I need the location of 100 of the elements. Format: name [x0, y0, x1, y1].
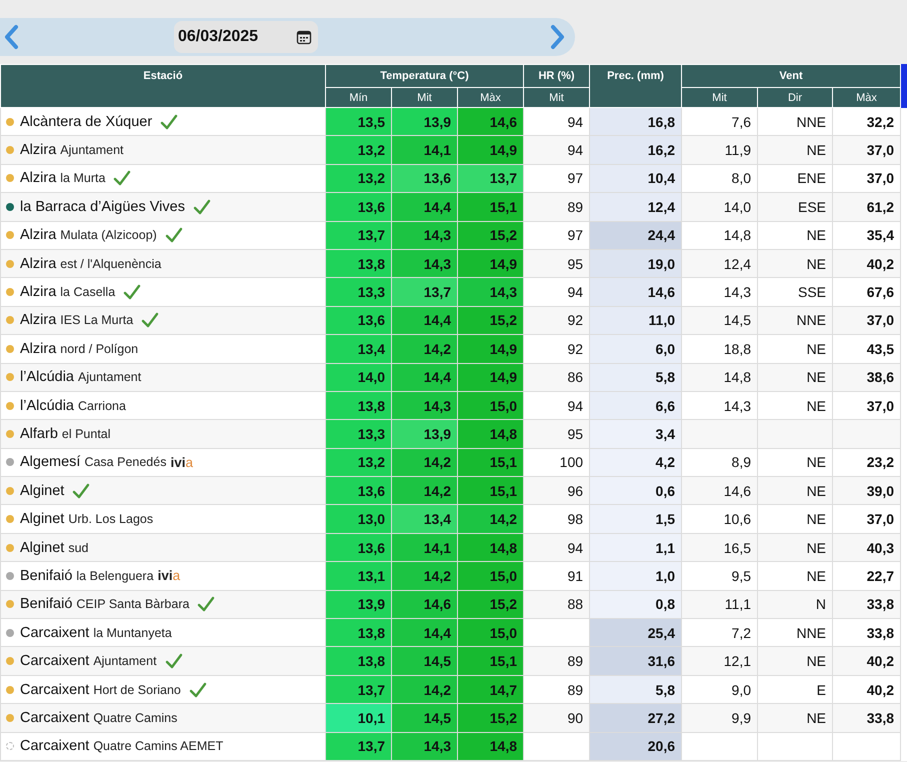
column-subheader: Màx: [458, 88, 524, 108]
precipitation-cell: 0,6: [590, 476, 682, 505]
humidity-cell: 95: [524, 249, 590, 278]
town-name: Carcaixent: [20, 738, 90, 754]
wind-gust-cell: 33,8: [832, 704, 901, 732]
precipitation-cell: 10,4: [590, 164, 682, 193]
temperature-cell: 15,2: [458, 590, 524, 619]
precipitation-cell: 6,6: [590, 391, 682, 420]
wind-direction-cell: SSE: [758, 278, 833, 306]
wind-speed-cell: 14,8: [682, 221, 758, 250]
temperature-cell: 14,5: [392, 646, 458, 676]
temperature-cell: 15,1: [458, 448, 524, 477]
wind-speed-cell: 11,9: [682, 136, 758, 164]
wind-speed-cell: 10,6: [682, 504, 758, 534]
town-name: Alfarb: [20, 426, 58, 442]
wind-speed-cell: 11,1: [682, 590, 758, 619]
town-name: l’Alcúdia: [20, 398, 74, 414]
temperature-cell: 13,7: [458, 164, 524, 193]
station-place: Ajuntament: [78, 370, 142, 384]
wind-direction-cell: NE: [758, 249, 833, 278]
temperature-cell: 14,8: [458, 533, 524, 562]
temperature-cell: 14,1: [392, 533, 458, 562]
temperature-cell: 13,4: [326, 334, 392, 364]
humidity-cell: 95: [524, 420, 590, 448]
temperature-cell: 13,8: [326, 618, 392, 647]
town-name: Alzira: [20, 312, 56, 328]
town-name: Alginet: [20, 511, 64, 528]
humidity-cell: 90: [524, 704, 590, 732]
temperature-cell: 13,6: [326, 306, 392, 335]
wind-gust-cell: 38,6: [832, 363, 901, 392]
column-header: Temperatura (°C): [326, 64, 524, 88]
station-place: Quatre Camins AEMET: [93, 739, 224, 754]
wind-speed-cell: 14,5: [682, 306, 758, 335]
wind-direction-cell: NE: [758, 476, 833, 505]
temperature-cell: 14,5: [392, 704, 458, 732]
date-field[interactable]: 06/03/2025: [174, 21, 318, 53]
wind-speed-cell: 12,4: [682, 249, 758, 278]
precipitation-cell: 1,1: [590, 533, 682, 562]
station-place: la Casella: [60, 285, 116, 300]
temperature-cell: 13,7: [326, 221, 392, 250]
wind-gust-cell: 43,5: [832, 334, 901, 364]
temperature-cell: 15,2: [458, 306, 524, 335]
temperature-cell: 14,4: [392, 192, 458, 222]
precipitation-cell: 25,4: [590, 618, 682, 647]
column-subheader: Màx: [832, 88, 901, 108]
town-name: Alcàntera de Xúquer: [20, 114, 152, 130]
station-place: Hort de Soriano: [93, 682, 181, 696]
precipitation-cell: 4,2: [590, 448, 682, 477]
temperature-cell: 14,3: [458, 278, 524, 306]
humidity-cell: 96: [524, 476, 590, 505]
temperature-cell: 14,3: [392, 391, 458, 420]
temperature-cell: 15,1: [458, 646, 524, 676]
wind-direction-cell: NE: [758, 136, 833, 164]
temperature-cell: 13,8: [326, 249, 392, 278]
precipitation-cell: 5,8: [590, 363, 682, 392]
station-place: la Murta: [60, 171, 106, 186]
temperature-cell: 13,7: [392, 278, 458, 306]
temperature-cell: 13,0: [326, 504, 392, 534]
column-header: HR (%): [524, 64, 590, 88]
network-logo: ivia: [170, 454, 193, 470]
temperature-cell: 14,8: [458, 420, 524, 448]
station-place: Ajuntament: [93, 654, 157, 668]
town-name: Alzira: [20, 142, 56, 158]
wind-gust-cell: 61,2: [832, 192, 901, 222]
precipitation-cell: 19,0: [590, 249, 682, 278]
wind-speed-cell: 9,9: [682, 704, 758, 732]
calendar-icon[interactable]: [296, 29, 312, 45]
temperature-cell: 15,1: [458, 192, 524, 222]
wind-gust-cell: 67,6: [832, 278, 901, 306]
wind-gust-cell: 37,0: [832, 136, 901, 164]
temperature-cell: 14,2: [392, 675, 458, 704]
town-name: Carcaixent: [20, 653, 90, 670]
wind-gust-cell: 39,0: [832, 476, 901, 505]
wind-direction-cell: NE: [758, 221, 833, 250]
town-name: l’Alcúdia: [20, 369, 74, 386]
temperature-cell: 15,2: [458, 221, 524, 250]
temperature-cell: 13,7: [326, 732, 392, 760]
precipitation-cell: 1,5: [590, 504, 682, 534]
temperature-cell: 14,1: [392, 136, 458, 164]
temperature-cell: 13,5: [326, 108, 392, 136]
wind-gust-cell: 22,7: [832, 562, 901, 590]
precipitation-cell: 0,8: [590, 590, 682, 619]
station-place: CEIP Santa Bàrbara: [76, 597, 190, 612]
temperature-cell: 14,2: [392, 476, 458, 505]
humidity-cell: 86: [524, 363, 590, 392]
temperature-cell: 15,0: [458, 562, 524, 590]
station-place: sud: [68, 540, 88, 555]
network-logo: ivia: [158, 568, 180, 584]
wind-speed-cell: 14,0: [682, 192, 758, 222]
temperature-cell: 13,6: [326, 476, 392, 505]
temperature-cell: 13,4: [392, 504, 458, 534]
temperature-cell: 14,4: [392, 618, 458, 647]
wind-gust-cell: 37,0: [832, 504, 901, 534]
town-name: Alzira: [20, 284, 56, 300]
wind-gust-cell: 37,0: [832, 306, 901, 335]
wind-gust-cell: [832, 420, 901, 448]
wind-speed-cell: 14,8: [682, 363, 758, 392]
station-place: Quatre Camins: [93, 710, 178, 725]
temperature-cell: 14,9: [458, 249, 524, 278]
town-name: Carcaixent: [20, 710, 90, 726]
